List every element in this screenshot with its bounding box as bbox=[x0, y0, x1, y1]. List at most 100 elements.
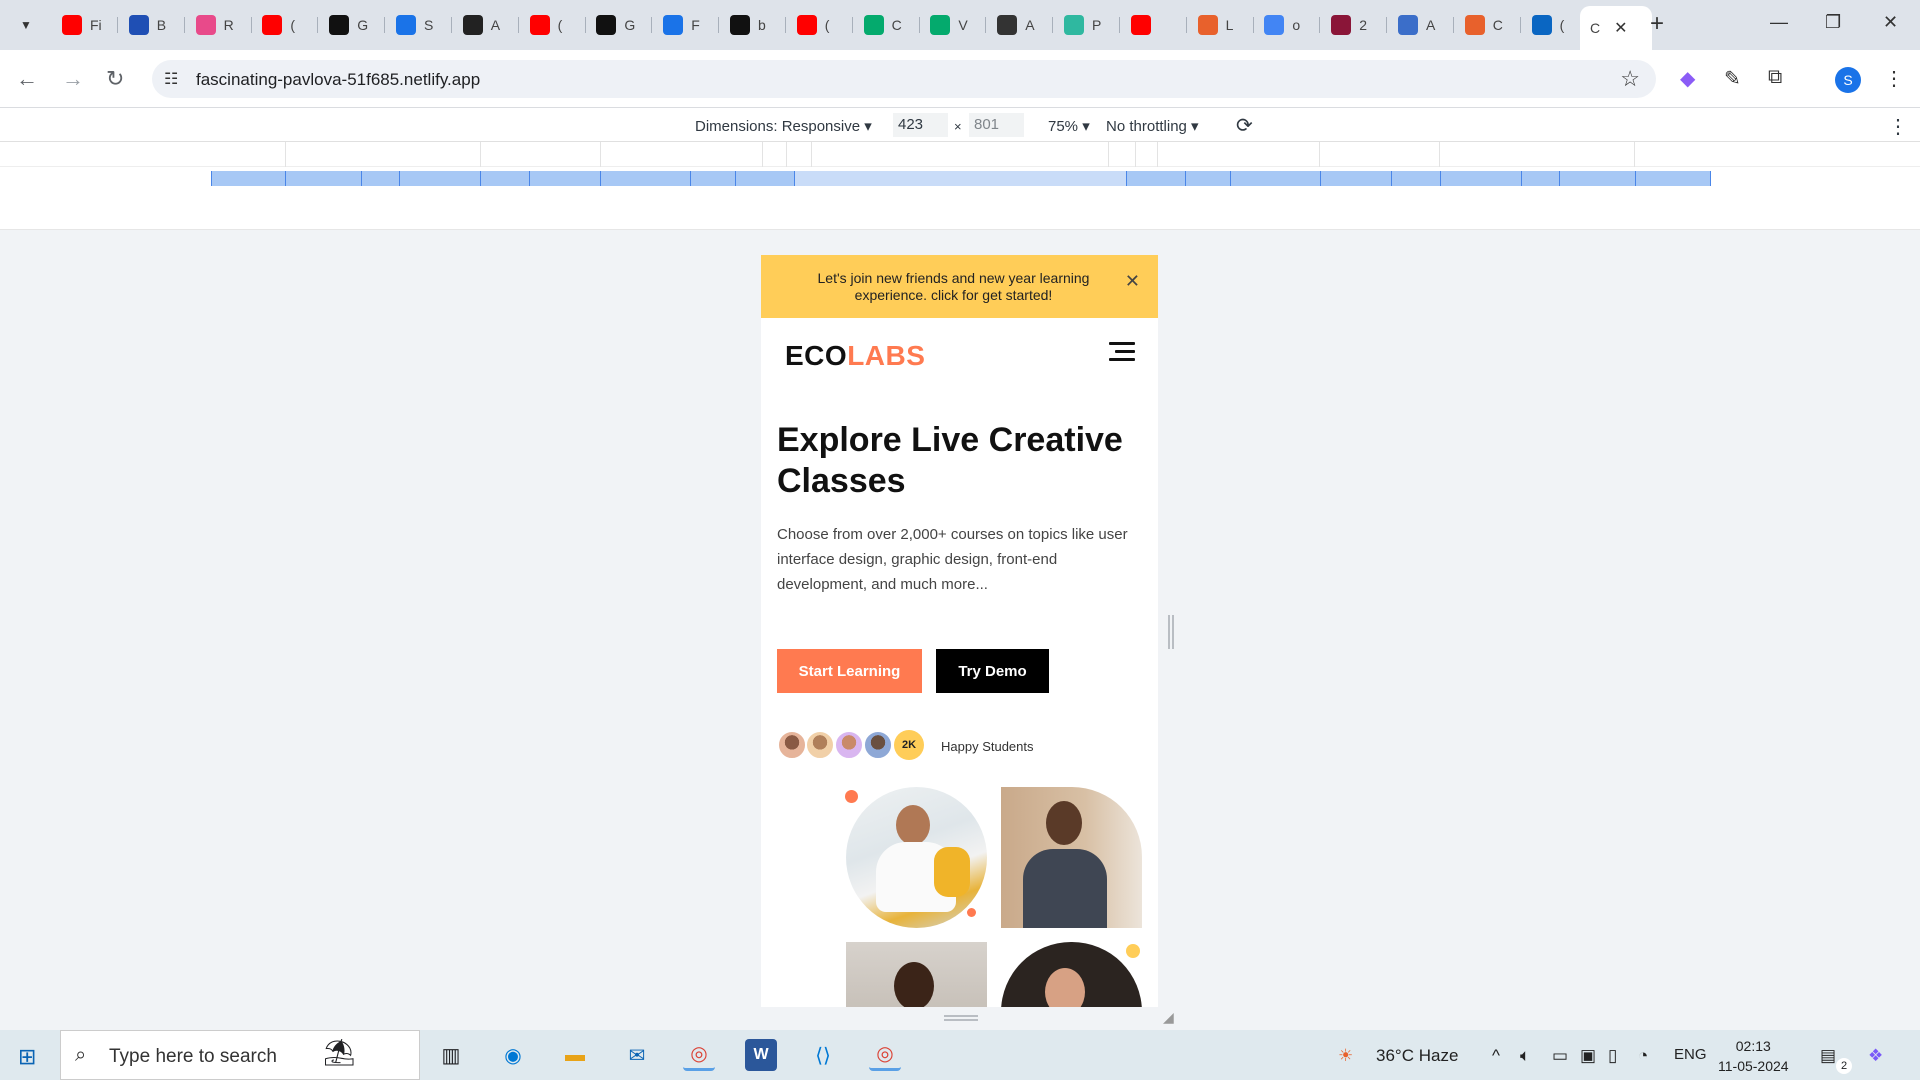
bookmark-star-icon[interactable]: ☆ bbox=[1620, 66, 1640, 92]
tab-label: ( bbox=[557, 17, 563, 33]
student-avatar bbox=[805, 730, 835, 760]
tab-label: G bbox=[624, 17, 636, 33]
media-query-bar[interactable] bbox=[211, 171, 1711, 186]
profile-avatar[interactable]: S bbox=[1835, 67, 1861, 93]
browser-tab[interactable]: ( bbox=[520, 9, 586, 41]
browser-tab[interactable]: o bbox=[1254, 9, 1321, 41]
meet-now-icon[interactable]: ▭ bbox=[1552, 1046, 1568, 1066]
height-input[interactable]: 801 bbox=[969, 113, 1024, 137]
tab-label: A bbox=[1025, 17, 1035, 33]
start-learning-button[interactable]: Start Learning bbox=[777, 649, 922, 693]
dimensions-dropdown[interactable]: Dimensions: Responsive ▾ bbox=[695, 117, 872, 135]
browser-tab[interactable]: L bbox=[1188, 9, 1254, 41]
new-tab-icon[interactable]: + bbox=[1650, 10, 1664, 38]
promo-banner[interactable]: Let's join new friends and new year lear… bbox=[761, 255, 1158, 318]
hamburger-menu-icon[interactable] bbox=[1109, 342, 1135, 368]
chrome-icon[interactable]: ◎ bbox=[683, 1039, 715, 1071]
mail-icon[interactable]: ✉ bbox=[621, 1039, 653, 1071]
task-view-icon[interactable]: ▥ bbox=[435, 1039, 467, 1071]
copilot-icon[interactable]: ❖ bbox=[1868, 1046, 1883, 1066]
address-bar[interactable]: ☷ fascinating-pavlova-51f685.netlify.app… bbox=[152, 60, 1656, 98]
tab-label: R bbox=[223, 17, 234, 33]
edge-icon[interactable]: ◉ bbox=[497, 1039, 529, 1071]
promo-text[interactable]: Let's join new friends and new year lear… bbox=[818, 270, 1090, 303]
browser-tab[interactable]: b bbox=[720, 9, 786, 41]
browser-tab[interactable]: Fi bbox=[52, 9, 118, 41]
media-query-segment-left[interactable] bbox=[211, 171, 794, 186]
device-toolbar: Dimensions: Responsive ▾ 423 × 801 75% ▾… bbox=[0, 109, 1920, 142]
show-hidden-icons-icon[interactable]: ^ bbox=[1492, 1046, 1500, 1066]
browser-tab[interactable]: A bbox=[453, 9, 519, 41]
resize-handle-right[interactable] bbox=[1168, 615, 1174, 649]
windows-start-icon[interactable]: ⊞ bbox=[18, 1044, 36, 1070]
browser-tab[interactable]: V bbox=[920, 9, 987, 41]
tab-label: 2 bbox=[1359, 17, 1367, 33]
browser-tab[interactable]: ( bbox=[787, 9, 853, 41]
extensions-puzzle-icon[interactable]: ⧉ bbox=[1768, 66, 1782, 89]
word-icon[interactable]: W bbox=[745, 1039, 777, 1071]
browser-tab[interactable]: G bbox=[319, 9, 386, 41]
search-placeholder[interactable]: Type here to search bbox=[109, 1046, 277, 1068]
notifications-icon[interactable]: ▤ bbox=[1820, 1046, 1836, 1066]
browser-tab[interactable]: F bbox=[653, 9, 720, 41]
browser-tab[interactable]: ( bbox=[1522, 9, 1588, 41]
close-tab-icon[interactable]: ✕ bbox=[1614, 18, 1627, 38]
clock-date: 11-05-2024 bbox=[1718, 1058, 1789, 1074]
vscode-icon[interactable]: ⟨⟩ bbox=[807, 1039, 839, 1071]
display-icon[interactable]: ▣ bbox=[1580, 1046, 1596, 1066]
browser-tab[interactable]: C bbox=[854, 9, 920, 41]
eyedropper-icon[interactable]: ✎ bbox=[1724, 66, 1741, 91]
tab-active[interactable]: C ✕ bbox=[1580, 6, 1652, 50]
throttling-dropdown[interactable]: No throttling ▾ bbox=[1106, 117, 1199, 135]
browser-tab[interactable]: B bbox=[119, 9, 185, 41]
student-photo-woman-laughing bbox=[1001, 942, 1142, 1007]
zoom-dropdown[interactable]: 75% ▾ bbox=[1048, 117, 1090, 135]
react-flower-icon bbox=[195, 15, 216, 35]
weather-icon[interactable]: ☀ bbox=[1338, 1046, 1353, 1066]
taskbar-clock[interactable]: 02:13 11-05-2024 bbox=[1718, 1036, 1789, 1076]
browser-tab[interactable]: P bbox=[1054, 9, 1120, 41]
battery-icon[interactable]: ▯ bbox=[1608, 1046, 1617, 1066]
decor-dot-yellow bbox=[1126, 944, 1140, 958]
forward-icon[interactable]: → bbox=[62, 66, 84, 92]
taskbar-search[interactable]: ⌕ Type here to search ⛱ bbox=[60, 1030, 420, 1080]
weather-text[interactable]: 36°C Haze bbox=[1376, 1046, 1458, 1066]
browser-tab[interactable]: S bbox=[386, 9, 452, 41]
file-explorer-icon[interactable]: ▬ bbox=[559, 1039, 591, 1071]
tab-label: ( bbox=[824, 17, 830, 33]
restore-icon[interactable]: ❐ bbox=[1825, 12, 1841, 33]
url-text[interactable]: fascinating-pavlova-51f685.netlify.app bbox=[196, 70, 480, 90]
browser-tab[interactable]: A bbox=[1388, 9, 1454, 41]
media-query-segment-right[interactable] bbox=[1126, 171, 1711, 186]
site-info-icon[interactable]: ☷ bbox=[164, 69, 178, 89]
site-logo[interactable]: ECOLABS bbox=[785, 340, 925, 372]
browser-tab[interactable]: C bbox=[1455, 9, 1521, 41]
device-more-icon[interactable]: ⋮ bbox=[1888, 114, 1908, 139]
browser-toolbar: ← → ↻ ☷ fascinating-pavlova-51f685.netli… bbox=[0, 50, 1920, 108]
language-indicator[interactable]: ENG bbox=[1674, 1046, 1707, 1063]
tab-search-chevron-icon[interactable]: ▼ bbox=[14, 13, 38, 37]
browser-tab[interactable]: ( bbox=[252, 9, 319, 41]
extension-gem-icon[interactable]: ◆ bbox=[1680, 66, 1695, 91]
close-window-icon[interactable]: ✕ bbox=[1883, 12, 1898, 33]
student-photo-man-smiling bbox=[846, 942, 987, 1007]
wifi-icon[interactable]: ◔ bbox=[1638, 1046, 1648, 1066]
try-demo-button[interactable]: Try Demo bbox=[936, 649, 1049, 693]
volume-icon[interactable]: 🔈︎ bbox=[1520, 1046, 1530, 1066]
chrome-profile-icon[interactable]: ◎ bbox=[869, 1039, 901, 1071]
back-icon[interactable]: ← bbox=[16, 66, 38, 92]
promo-close-icon[interactable]: ✕ bbox=[1125, 272, 1140, 290]
student-avatar bbox=[863, 730, 893, 760]
width-input[interactable]: 423 bbox=[893, 113, 948, 137]
resize-handle-corner-icon[interactable]: ◢ bbox=[1163, 1009, 1174, 1026]
browser-menu-icon[interactable]: ⋮ bbox=[1884, 66, 1904, 91]
minimize-icon[interactable]: — bbox=[1770, 12, 1788, 33]
browser-tab[interactable]: 2 bbox=[1321, 9, 1388, 41]
reload-icon[interactable]: ↻ bbox=[106, 66, 124, 92]
browser-tab[interactable]: R bbox=[186, 9, 252, 41]
browser-tab[interactable]: A bbox=[987, 9, 1054, 41]
resize-handle-bottom[interactable] bbox=[944, 1015, 978, 1021]
browser-tab[interactable] bbox=[1121, 9, 1187, 41]
rotate-icon[interactable]: ⟳ bbox=[1236, 113, 1253, 138]
browser-tab[interactable]: G bbox=[586, 9, 653, 41]
